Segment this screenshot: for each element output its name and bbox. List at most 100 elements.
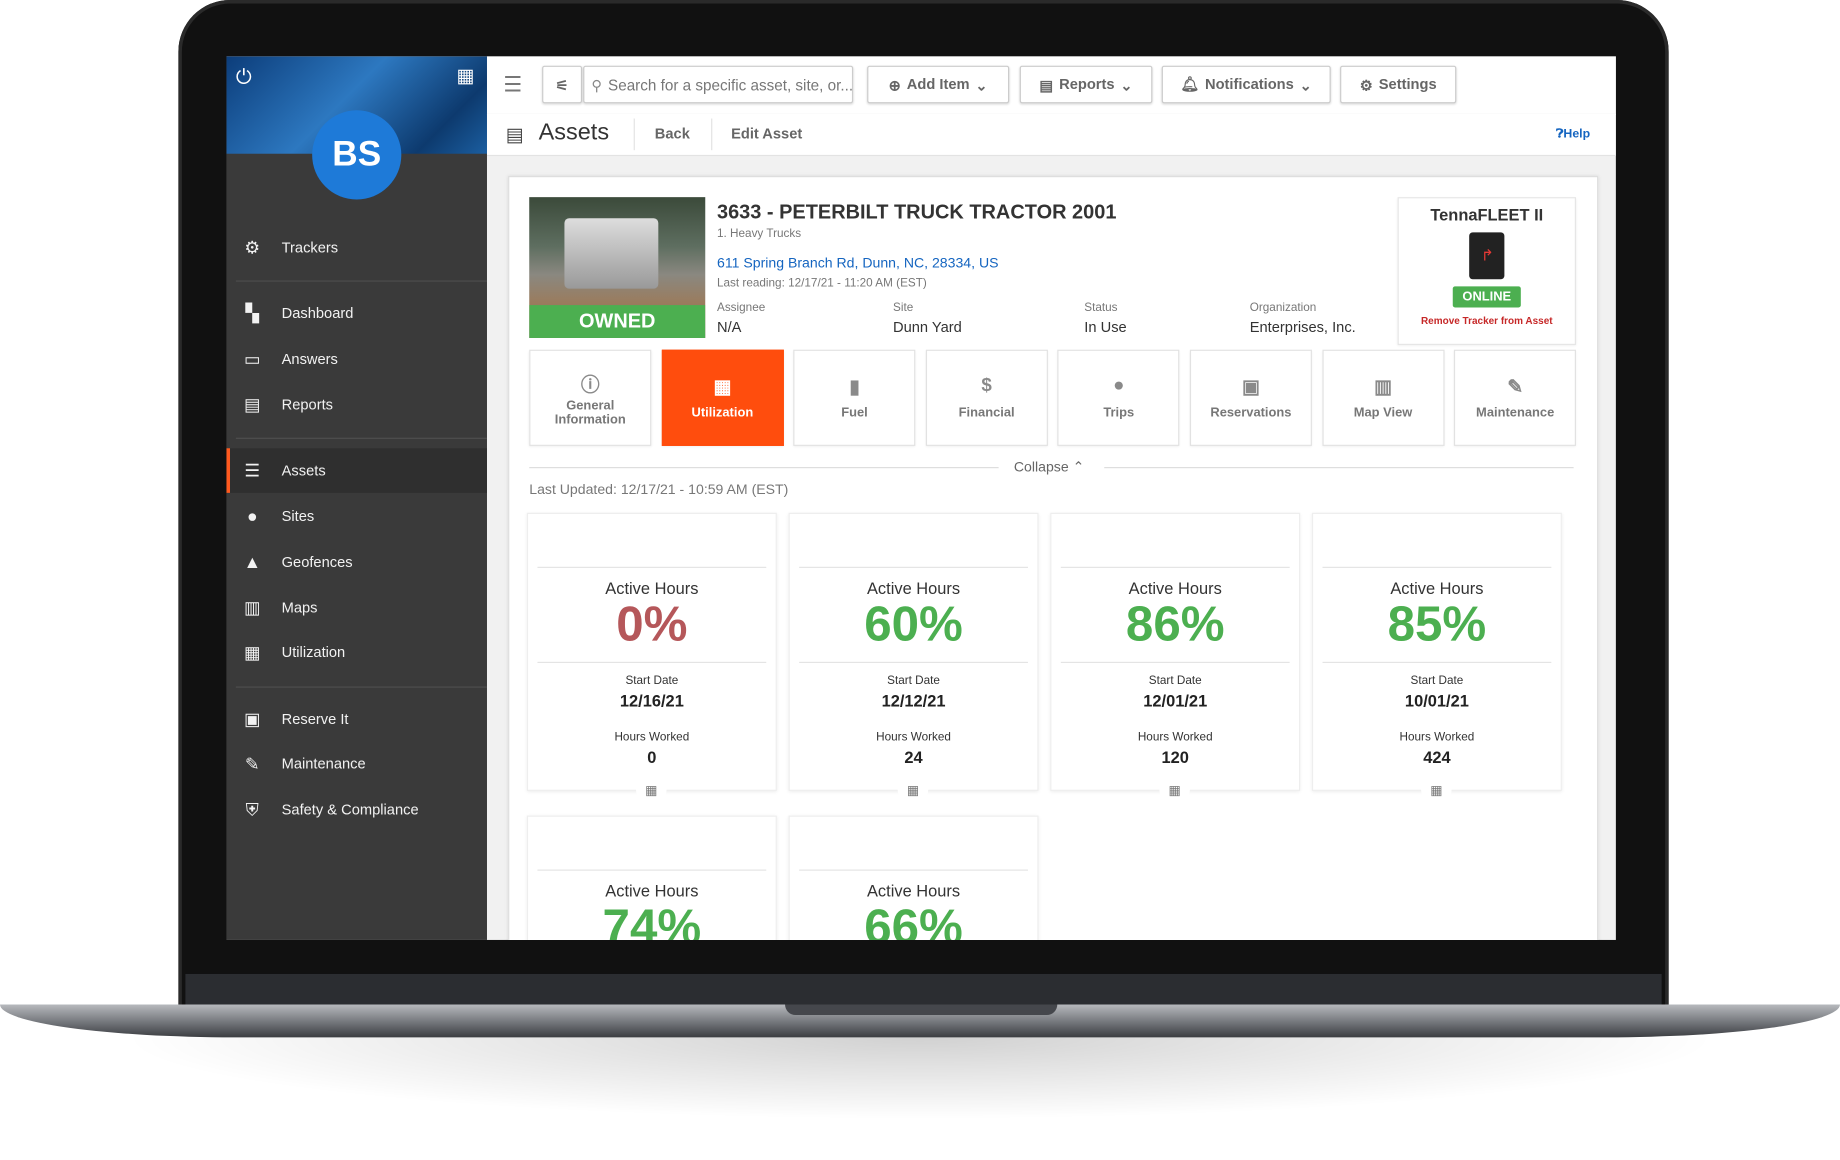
field-value: In Use: [1084, 319, 1127, 336]
remove-tracker-link[interactable]: Remove Tracker from Asset: [1399, 314, 1575, 326]
chat-icon: ▭: [243, 349, 261, 370]
asset-address-link[interactable]: 611 Spring Branch Rd, Dunn, NC, 28334, U…: [717, 255, 999, 271]
divider: [799, 566, 1028, 568]
chevron-down-icon: ⌄: [975, 76, 988, 94]
reports-button[interactable]: ▤ Reports ⌄: [1019, 65, 1153, 104]
wrench-icon: ✎: [244, 754, 260, 775]
calculator-icon[interactable]: ▦: [897, 774, 929, 806]
calculator-icon[interactable]: ▦: [1421, 774, 1452, 806]
notifications-button[interactable]: 🔔︎ Notifications ⌄: [1161, 65, 1331, 104]
help-link[interactable]: ❓︎Help: [1556, 127, 1590, 142]
tracker-status-badge: ONLINE: [1452, 286, 1521, 308]
info-icon: ⓘ: [580, 375, 600, 396]
tab-reservations[interactable]: ▣ Reservations: [1189, 349, 1312, 446]
hours-worked-label: Hours Worked: [1399, 731, 1475, 744]
chart-icon: ▦: [243, 643, 261, 664]
tracker-panel: TennaFLEET II ↱ ONLINE Remove Tracker fr…: [1397, 197, 1576, 346]
metric-card: Active Hours 66%: [788, 815, 1039, 940]
hours-worked: 0: [647, 747, 657, 767]
metric-card: Active Hours 0% Start Date 12/16/21 Hour…: [526, 512, 777, 806]
metric-percent: 74%: [602, 898, 702, 940]
sidebar-item-safety-compliance[interactable]: ⛨ Safety & Compliance: [226, 787, 487, 832]
chart-icon: ▦: [713, 377, 732, 398]
sidebar-item-sites[interactable]: ● Sites: [226, 494, 487, 539]
hours-worked-label: Hours Worked: [876, 731, 951, 744]
tab-utilization[interactable]: ▦ Utilization: [661, 349, 784, 446]
sidebar-item-assets[interactable]: ☰ Assets: [226, 448, 487, 493]
sidebar-item-reports[interactable]: ▤ Reports: [226, 383, 487, 428]
start-date: 12/16/21: [619, 691, 684, 710]
back-link[interactable]: Back: [655, 126, 690, 142]
divider: [537, 566, 767, 568]
bell-icon: 🔔︎: [1180, 75, 1200, 93]
tab-financial[interactable]: $ Financial: [925, 349, 1048, 446]
shapes-icon: ▲: [243, 552, 262, 573]
sidebar-item-utilization[interactable]: ▦ Utilization: [226, 630, 487, 675]
divider: [1060, 566, 1290, 568]
divider: [711, 118, 713, 151]
dollar-icon: $: [981, 375, 992, 396]
divider: [1104, 467, 1574, 469]
menu-icon[interactable]: ☰: [503, 73, 522, 98]
laptop-chin: [185, 973, 1662, 1007]
map-icon: ▥: [243, 598, 261, 619]
calculator-icon[interactable]: ▦: [1159, 774, 1190, 806]
wrench-icon: ✎: [1507, 377, 1524, 398]
settings-button[interactable]: ⚙ Settings: [1340, 65, 1457, 104]
metric-percent: 66%: [864, 898, 963, 940]
avatar[interactable]: BS: [312, 110, 402, 200]
add-item-button[interactable]: ⊕ Add Item ⌄: [867, 65, 1010, 104]
assets-icon: ▤: [505, 125, 524, 146]
start-date-label: Start Date: [887, 674, 940, 688]
sidebar: ⏻ ▦ BS ⚙ Trackers ▚ Dashboard ▭ Answers ▤ Repor…: [226, 56, 487, 940]
sub-header: ▤ Assets Back Edit Asset ❓︎Help: [486, 113, 1616, 157]
tab-trips[interactable]: ● Trips: [1057, 349, 1180, 446]
power-icon[interactable]: ⏻: [236, 66, 252, 89]
sidebar-item-reserve-it[interactable]: ▣ Reserve It: [226, 697, 487, 742]
filter-button[interactable]: ⚟: [542, 65, 583, 104]
hours-worked-label: Hours Worked: [614, 731, 690, 744]
sidebar-item-maintenance[interactable]: ✎ Maintenance: [226, 742, 487, 787]
gear-icon: ⚙: [1359, 76, 1373, 94]
metric-percent: 60%: [864, 596, 963, 652]
collapse-toggle[interactable]: Collapse ⌃: [1014, 459, 1085, 475]
metric-title: Active Hours: [605, 881, 699, 901]
fuel-icon: ▮: [849, 377, 860, 398]
tab-general-information[interactable]: ⓘ General Information: [529, 349, 652, 446]
sidebar-item-answers[interactable]: ▭ Answers: [226, 337, 487, 382]
field-value: N/A: [716, 319, 742, 336]
hours-worked: 24: [904, 747, 923, 767]
calendar-icon: ▣: [243, 709, 261, 730]
sidebar-item-maps[interactable]: ▥ Maps: [226, 586, 487, 631]
page-title: Assets: [538, 119, 610, 146]
last-updated: Last Updated: 12/17/21 - 10:59 AM (EST): [529, 481, 789, 498]
divider: [235, 686, 487, 688]
hours-worked: 424: [1423, 747, 1451, 767]
chevron-down-icon: ⌄: [1120, 76, 1133, 94]
search-input[interactable]: ⚲ Search for a specific asset, site, or.…: [583, 65, 854, 104]
laptop-shadow: [117, 1037, 1723, 1120]
edit-asset-link[interactable]: Edit Asset: [731, 126, 802, 142]
asset-category: 1. Heavy Trucks: [716, 227, 802, 241]
tab-fuel[interactable]: ▮ Fuel: [793, 349, 916, 446]
document-icon: ▤: [1039, 76, 1054, 94]
building-icon[interactable]: ▦: [456, 65, 474, 88]
calculator-icon[interactable]: ▦: [636, 774, 667, 806]
metric-percent: 0%: [616, 596, 688, 652]
sidebar-item-trackers[interactable]: ⚙ Trackers: [226, 225, 487, 270]
sidebar-item-dashboard[interactable]: ▚ Dashboard: [226, 291, 487, 336]
list-icon: ☰: [244, 461, 261, 482]
app-screen: ⏻ ▦ BS ⚙ Trackers ▚ Dashboard ▭ Answers ▤ Repor…: [226, 56, 1616, 940]
metric-percent: 85%: [1387, 596, 1487, 652]
metric-title: Active Hours: [1128, 578, 1222, 598]
tab-maintenance[interactable]: ✎ Maintenance: [1454, 349, 1577, 446]
metric-percent: 86%: [1125, 596, 1225, 652]
tab-map-view[interactable]: ▥ Map View: [1322, 349, 1445, 446]
divider: [1060, 661, 1290, 664]
tracker-name: TennaFLEET II: [1430, 205, 1544, 225]
sidebar-item-geofences[interactable]: ▲ Geofences: [226, 540, 487, 585]
start-date-label: Start Date: [1410, 674, 1464, 688]
field-value: Dunn Yard: [893, 319, 962, 336]
asset-photo: OWNED: [529, 197, 706, 338]
chip-icon: ⚙: [244, 238, 261, 259]
